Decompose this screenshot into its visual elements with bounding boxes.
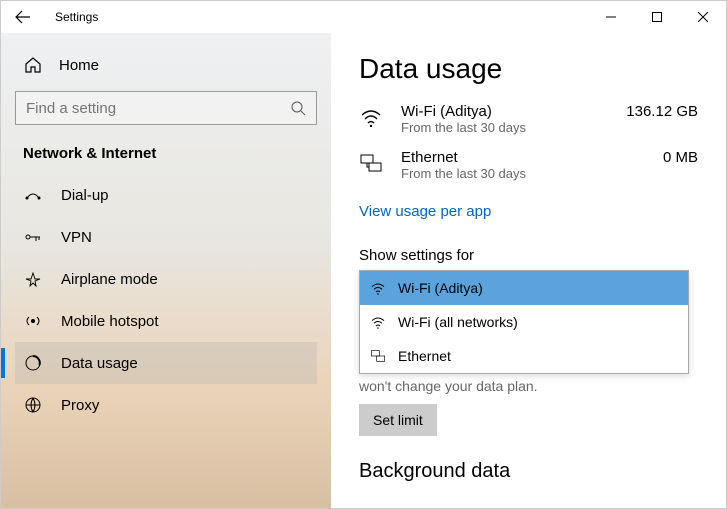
arrow-left-icon <box>15 9 31 25</box>
dialup-icon <box>23 185 43 205</box>
sidebar-home[interactable]: Home <box>15 45 317 85</box>
wifi-icon <box>370 314 386 330</box>
page-title: Data usage <box>359 53 698 85</box>
network-dropdown[interactable]: Wi-Fi (Aditya) Wi-Fi (all networks) Ethe… <box>359 270 689 374</box>
sidebar-item-proxy[interactable]: Proxy <box>15 384 317 426</box>
maximize-button[interactable] <box>634 1 680 33</box>
airplane-icon <box>23 269 43 289</box>
usage-sub: From the last 30 days <box>401 120 526 135</box>
close-button[interactable] <box>680 1 726 33</box>
wifi-icon <box>370 280 386 296</box>
vpn-icon <box>23 227 43 247</box>
dropdown-item-wifi-all[interactable]: Wi-Fi (all networks) <box>360 305 688 339</box>
maximize-icon <box>652 12 662 22</box>
dropdown-item-label: Wi-Fi (all networks) <box>398 314 518 330</box>
ethernet-icon <box>359 151 389 175</box>
settings-window: Settings Home N <box>0 0 727 509</box>
sidebar: Home Network & Internet Dial-up VPN <box>1 33 331 508</box>
minimize-icon <box>606 12 616 22</box>
usage-row-wifi: Wi-Fi (Aditya) From the last 30 days 136… <box>359 103 698 135</box>
wifi-icon <box>359 105 389 129</box>
content-pane: Data usage Wi-Fi (Aditya) From the last … <box>331 33 726 508</box>
sidebar-item-hotspot[interactable]: Mobile hotspot <box>15 300 317 342</box>
home-icon <box>23 55 43 75</box>
view-usage-link[interactable]: View usage per app <box>359 203 491 220</box>
usage-value: 0 MB <box>663 149 698 166</box>
proxy-icon <box>23 395 43 415</box>
sidebar-home-label: Home <box>59 57 99 74</box>
sidebar-item-label: Proxy <box>61 397 99 414</box>
dropdown-item-label: Wi-Fi (Aditya) <box>398 280 483 296</box>
sidebar-item-vpn[interactable]: VPN <box>15 216 317 258</box>
plan-note: won't change your data plan. <box>359 378 698 394</box>
dropdown-item-ethernet[interactable]: Ethernet <box>360 339 688 373</box>
datausage-icon <box>23 353 43 373</box>
usage-value: 136.12 GB <box>626 103 698 120</box>
dropdown-item-wifi-aditya[interactable]: Wi-Fi (Aditya) <box>360 271 688 305</box>
close-icon <box>698 12 708 22</box>
sidebar-item-label: VPN <box>61 229 92 246</box>
back-button[interactable] <box>1 1 45 33</box>
sidebar-item-datausage[interactable]: Data usage <box>15 342 317 384</box>
usage-sub: From the last 30 days <box>401 166 526 181</box>
hotspot-icon <box>23 311 43 331</box>
sidebar-item-airplane[interactable]: Airplane mode <box>15 258 317 300</box>
sidebar-item-dialup[interactable]: Dial-up <box>15 174 317 216</box>
sidebar-item-label: Airplane mode <box>61 271 158 288</box>
search-box[interactable] <box>15 91 317 125</box>
ethernet-icon <box>370 348 386 364</box>
sidebar-item-label: Dial-up <box>61 187 109 204</box>
usage-row-ethernet: Ethernet From the last 30 days 0 MB <box>359 149 698 181</box>
show-settings-label: Show settings for <box>359 247 698 264</box>
sidebar-item-label: Data usage <box>61 355 138 372</box>
window-controls <box>588 1 726 33</box>
sidebar-section-header: Network & Internet <box>15 139 317 174</box>
background-data-header: Background data <box>359 460 698 483</box>
dropdown-item-label: Ethernet <box>398 348 451 364</box>
window-title: Settings <box>55 10 98 24</box>
search-icon <box>290 100 306 116</box>
usage-name: Wi-Fi (Aditya) <box>401 103 526 120</box>
titlebar: Settings <box>1 1 726 33</box>
usage-name: Ethernet <box>401 149 526 166</box>
sidebar-item-label: Mobile hotspot <box>61 313 159 330</box>
minimize-button[interactable] <box>588 1 634 33</box>
set-limit-button[interactable]: Set limit <box>359 404 437 436</box>
search-input[interactable] <box>26 100 290 117</box>
